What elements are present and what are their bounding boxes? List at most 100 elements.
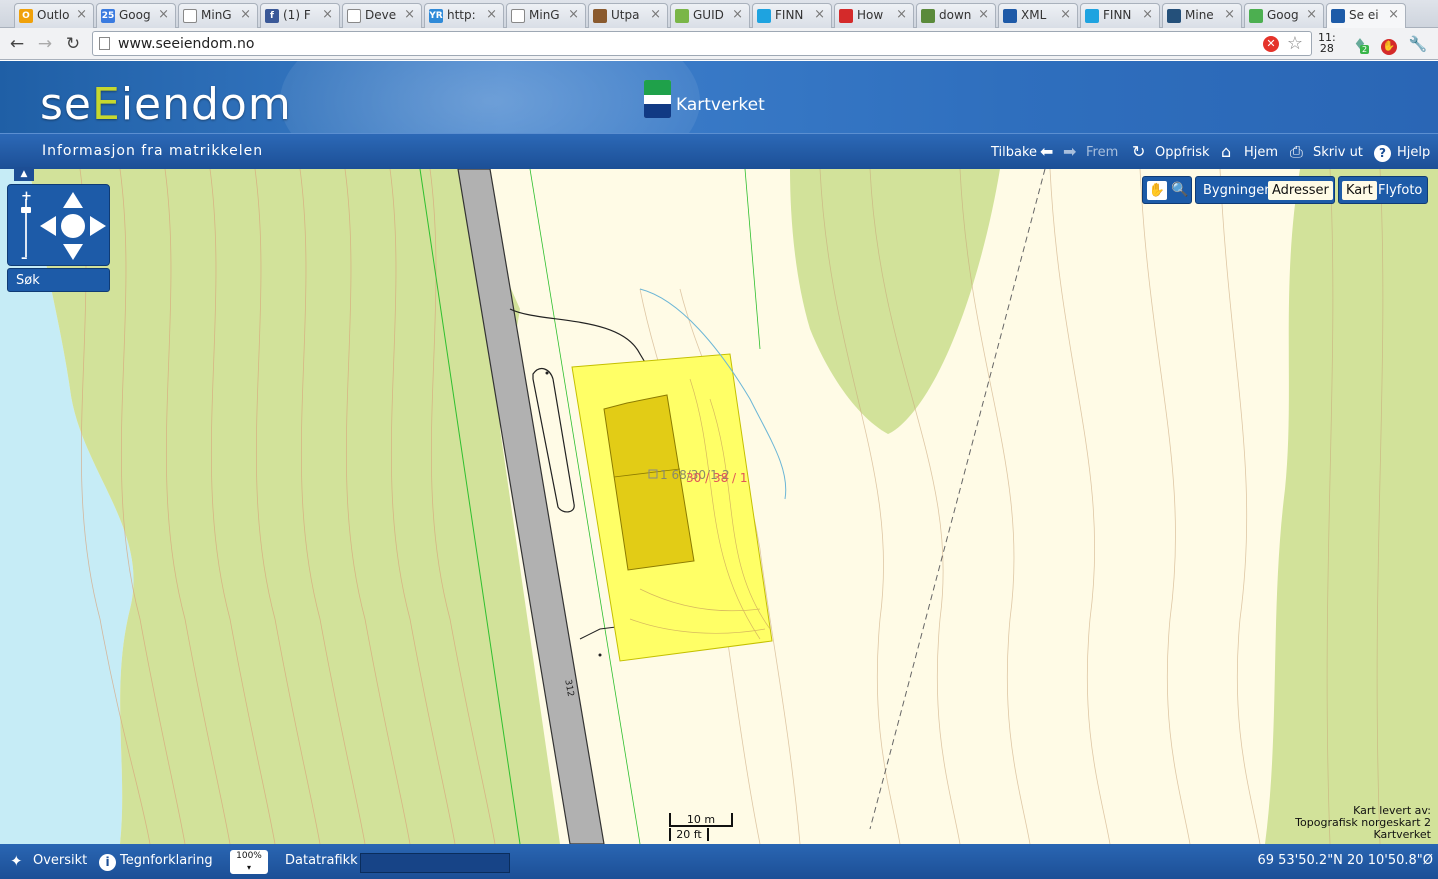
tab-close-icon[interactable]: × <box>896 7 907 22</box>
map-canvas[interactable]: 312 1 68/30/1-2 30 / 38 / 1 <box>0 169 1438 844</box>
browser-reload-icon[interactable]: ↻ <box>62 33 84 55</box>
zoom-percent-indicator[interactable]: 100% ▾ <box>230 850 268 874</box>
browser-toolbar: ← → ↻ www.seeiendom.no ✕ ☆ 11: 28 ♦ 2 ✋ … <box>0 28 1438 60</box>
browser-tab[interactable]: YR http: × <box>424 3 504 28</box>
browser-back-icon[interactable]: ← <box>6 33 28 55</box>
print-icon[interactable]: ⎙ <box>1290 142 1303 162</box>
tab-close-icon[interactable]: × <box>1142 7 1153 22</box>
kartverket-logo-icon <box>644 80 671 118</box>
info-icon[interactable]: i <box>99 852 116 871</box>
url-text[interactable]: www.seeiendom.no <box>118 36 254 52</box>
addresses-layer-toggle[interactable]: Adresser <box>1268 181 1333 200</box>
tab-close-icon[interactable]: × <box>486 7 497 22</box>
zoom-collapse-tab[interactable]: ▲ <box>14 167 34 181</box>
refresh-link[interactable]: Oppfrisk <box>1155 145 1210 160</box>
map-basemap-toggle[interactable]: Kart <box>1342 181 1377 200</box>
home-link[interactable]: Hjem <box>1244 145 1278 160</box>
tab-close-icon[interactable]: × <box>158 7 169 22</box>
browser-tab[interactable]: Mine × <box>1162 3 1242 28</box>
browser-tab[interactable]: Deve × <box>342 3 422 28</box>
search-button[interactable]: Søk <box>7 268 110 292</box>
browser-tab[interactable]: XML × <box>998 3 1078 28</box>
legend-link[interactable]: Tegnforklaring <box>120 853 213 868</box>
tab-close-icon[interactable]: × <box>650 7 661 22</box>
map-viewport[interactable]: 312 1 68/30/1-2 30 / 38 / 1 <box>0 169 1438 844</box>
tab-close-icon[interactable]: × <box>1060 7 1071 22</box>
tab-close-icon[interactable]: × <box>1306 7 1317 22</box>
tab-close-icon[interactable]: × <box>404 7 415 22</box>
browser-tab[interactable]: Se ei × <box>1326 3 1406 29</box>
address-bar[interactable]: www.seeiendom.no ✕ ☆ <box>92 31 1312 56</box>
zoom-slider[interactable]: + – <box>21 189 32 266</box>
tab-label: MinG <box>529 8 560 22</box>
help-link[interactable]: Hjelp <box>1397 145 1430 160</box>
overview-link[interactable]: Oversikt <box>33 853 87 868</box>
browser-tab[interactable]: FINN × <box>1080 3 1160 28</box>
tab-favicon-icon <box>1003 9 1017 23</box>
back-arrow-icon[interactable]: ⬅ <box>1040 142 1053 161</box>
aerial-basemap-toggle[interactable]: Flyfoto <box>1374 181 1426 200</box>
puzzle-extension-icon[interactable]: ♦ 2 <box>1350 34 1370 54</box>
tab-label: Utpa <box>611 8 640 22</box>
tab-favicon-icon: f <box>265 9 279 23</box>
zoom-in-icon[interactable]: + <box>21 189 32 204</box>
magnifier-icon[interactable]: 🔍 <box>1170 181 1190 200</box>
refresh-icon[interactable]: ↻ <box>1132 142 1145 161</box>
zoom-slider-knob[interactable] <box>21 207 31 213</box>
property-line <box>744 169 761 350</box>
browser-tab[interactable]: MinG × <box>178 3 258 28</box>
zoom-out-icon[interactable]: – <box>21 251 28 266</box>
pan-hand-icon[interactable]: ✋ <box>1147 181 1167 200</box>
help-icon[interactable]: ? <box>1374 142 1391 162</box>
pan-down-icon[interactable] <box>63 244 83 260</box>
stop-icon[interactable]: ✕ <box>1263 36 1279 52</box>
seeiendom-logo[interactable]: seEiendom <box>40 79 292 130</box>
tab-close-icon[interactable]: × <box>240 7 251 22</box>
overview-bird-icon[interactable]: ✦ <box>10 852 23 870</box>
browser-tab[interactable]: f (1) F × <box>260 3 340 28</box>
map-tool-group: ✋ 🔍 <box>1142 176 1192 204</box>
browser-tab[interactable]: FINN × <box>752 3 832 28</box>
home-icon[interactable]: ⌂ <box>1221 142 1231 161</box>
browser-tab[interactable]: Goog × <box>1244 3 1324 28</box>
wrench-icon[interactable]: 🔧 <box>1408 34 1428 54</box>
browser-tab[interactable]: MinG × <box>506 3 586 28</box>
back-link[interactable]: Tilbake <box>991 145 1037 160</box>
forward-link[interactable]: Frem <box>1086 145 1118 160</box>
browser-tab[interactable]: O Outlo × <box>14 3 94 28</box>
pan-right-icon[interactable] <box>90 216 106 236</box>
pan-up-icon[interactable] <box>63 192 83 208</box>
tab-close-icon[interactable]: × <box>732 7 743 22</box>
tab-close-icon[interactable]: × <box>1224 7 1235 22</box>
tab-label: Mine <box>1185 8 1214 22</box>
browser-tab[interactable]: 25 Goog × <box>96 3 176 28</box>
browser-tab[interactable]: How × <box>834 3 914 28</box>
tab-close-icon[interactable]: × <box>322 7 333 22</box>
adblock-icon[interactable]: ✋ <box>1379 34 1399 55</box>
tab-label: Outlo <box>37 8 70 22</box>
tab-close-icon[interactable]: × <box>1388 7 1399 22</box>
tab-favicon-icon <box>757 9 771 23</box>
data-traffic-label: Datatrafikk <box>285 853 358 868</box>
bookmark-star-icon[interactable]: ☆ <box>1287 33 1303 54</box>
tab-close-icon[interactable]: × <box>978 7 989 22</box>
forward-arrow-icon[interactable]: ➡ <box>1063 142 1076 161</box>
logo-suffix: iendom <box>120 79 292 130</box>
tab-favicon-icon <box>347 9 361 23</box>
pan-center-icon[interactable] <box>61 214 85 238</box>
browser-forward-icon[interactable]: → <box>34 33 56 55</box>
clock-extension[interactable]: 11: 28 <box>1318 32 1336 54</box>
tab-close-icon[interactable]: × <box>76 7 87 22</box>
browser-tab[interactable]: GUID × <box>670 3 750 28</box>
site-subtitle: Informasjon fra matrikkelen <box>42 143 264 159</box>
tab-label: Goog <box>119 8 151 22</box>
browser-tab[interactable]: down × <box>916 3 996 28</box>
browser-tab[interactable]: Utpa × <box>588 3 668 28</box>
pan-zoom-control: + – <box>7 184 110 266</box>
buildings-layer-toggle[interactable]: Bygninger <box>1199 181 1274 200</box>
pan-left-icon[interactable] <box>40 216 56 236</box>
print-link[interactable]: Skriv ut <box>1313 145 1363 160</box>
tab-close-icon[interactable]: × <box>568 7 579 22</box>
coordinates-readout: 69 53'50.2"N 20 10'50.8"Ø <box>1257 853 1433 868</box>
tab-close-icon[interactable]: × <box>814 7 825 22</box>
